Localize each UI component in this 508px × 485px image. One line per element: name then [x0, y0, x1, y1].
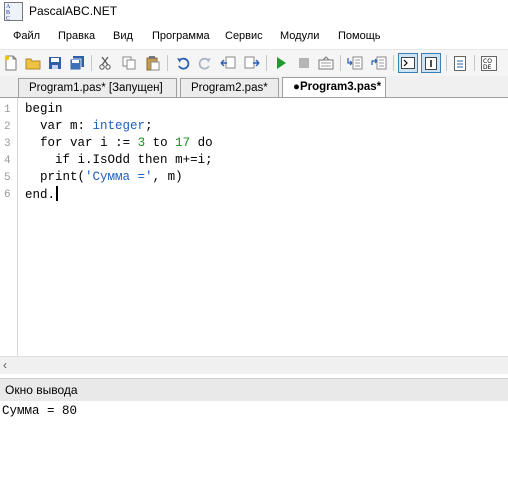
save-icon[interactable]	[46, 54, 64, 72]
line-number: 1	[4, 104, 11, 116]
app-logo-icon: ABC	[4, 2, 23, 22]
back-icon[interactable]	[219, 54, 237, 72]
undo-icon[interactable]	[174, 54, 192, 72]
menu-help[interactable]: Помощь	[338, 30, 381, 42]
output-panel-title: Окно вывода	[5, 383, 78, 397]
tab-program3[interactable]: ●Program3.pas*	[282, 77, 386, 98]
immediate-window-icon[interactable]	[421, 53, 441, 73]
forward-icon[interactable]	[243, 54, 261, 72]
scroll-left-icon[interactable]: ‹	[3, 358, 7, 372]
line-number: 3	[4, 138, 11, 150]
line-number: 2	[4, 121, 11, 133]
copy-icon[interactable]	[120, 54, 138, 72]
code-line: var m: integer;	[40, 119, 153, 133]
cut-icon[interactable]	[96, 54, 114, 72]
redo-icon[interactable]	[196, 54, 214, 72]
toolbar: CO DE	[0, 49, 508, 77]
window-title: PascalABC.NET	[29, 4, 118, 18]
paste-icon[interactable]	[144, 54, 162, 72]
save-all-icon[interactable]	[68, 54, 86, 72]
compile-icon[interactable]	[317, 54, 335, 72]
horizontal-scrollbar[interactable]: ‹	[0, 356, 508, 374]
menu-modules[interactable]: Модули	[280, 30, 319, 42]
code-line: begin	[25, 102, 63, 116]
tab-strip: Program1.pas* [Запущен] Program2.pas* ●P…	[0, 76, 508, 98]
line-number: 5	[4, 172, 11, 184]
menu-edit[interactable]: Правка	[58, 30, 95, 42]
run-icon[interactable]	[272, 54, 290, 72]
text-caret	[56, 186, 59, 201]
menu-bar: Файл Правка Вид Программа Сервис Модули …	[0, 26, 508, 48]
output-window-icon[interactable]	[398, 53, 418, 73]
svg-text:DE: DE	[483, 64, 492, 71]
code-editor[interactable]: 1 2 3 4 5 6 begin var m: integer; for va…	[0, 98, 508, 356]
menu-service[interactable]: Сервис	[225, 30, 263, 42]
code-line: end.	[25, 186, 59, 203]
menu-file[interactable]: Файл	[13, 30, 40, 42]
open-folder-icon[interactable]	[24, 54, 42, 72]
code-icon[interactable]: CO DE	[480, 54, 498, 72]
step-over-icon[interactable]	[370, 54, 388, 72]
output-panel-header: Окно вывода	[0, 378, 508, 402]
line-number: 6	[4, 189, 11, 201]
line-number: 4	[4, 155, 11, 167]
code-line: for var i := 3 to 17 do	[40, 136, 213, 150]
document-icon[interactable]	[451, 54, 469, 72]
step-into-icon[interactable]	[346, 54, 364, 72]
tab-program2[interactable]: Program2.pas*	[180, 78, 279, 97]
line-number-gutter: 1 2 3 4 5 6	[0, 98, 18, 356]
tab-program1[interactable]: Program1.pas* [Запущен]	[18, 78, 177, 97]
menu-view[interactable]: Вид	[113, 30, 133, 42]
output-text: Сумма = 80	[2, 404, 78, 418]
output-panel[interactable]: Сумма = 80	[0, 401, 508, 485]
stop-icon[interactable]	[295, 54, 313, 72]
code-line: if i.IsOdd then m+=i;	[55, 153, 213, 167]
code-line: print('Сумма =', m)	[40, 170, 183, 184]
new-file-icon[interactable]	[2, 54, 20, 72]
menu-program[interactable]: Программа	[152, 30, 210, 42]
title-bar: ABC PascalABC.NET	[0, 0, 508, 24]
